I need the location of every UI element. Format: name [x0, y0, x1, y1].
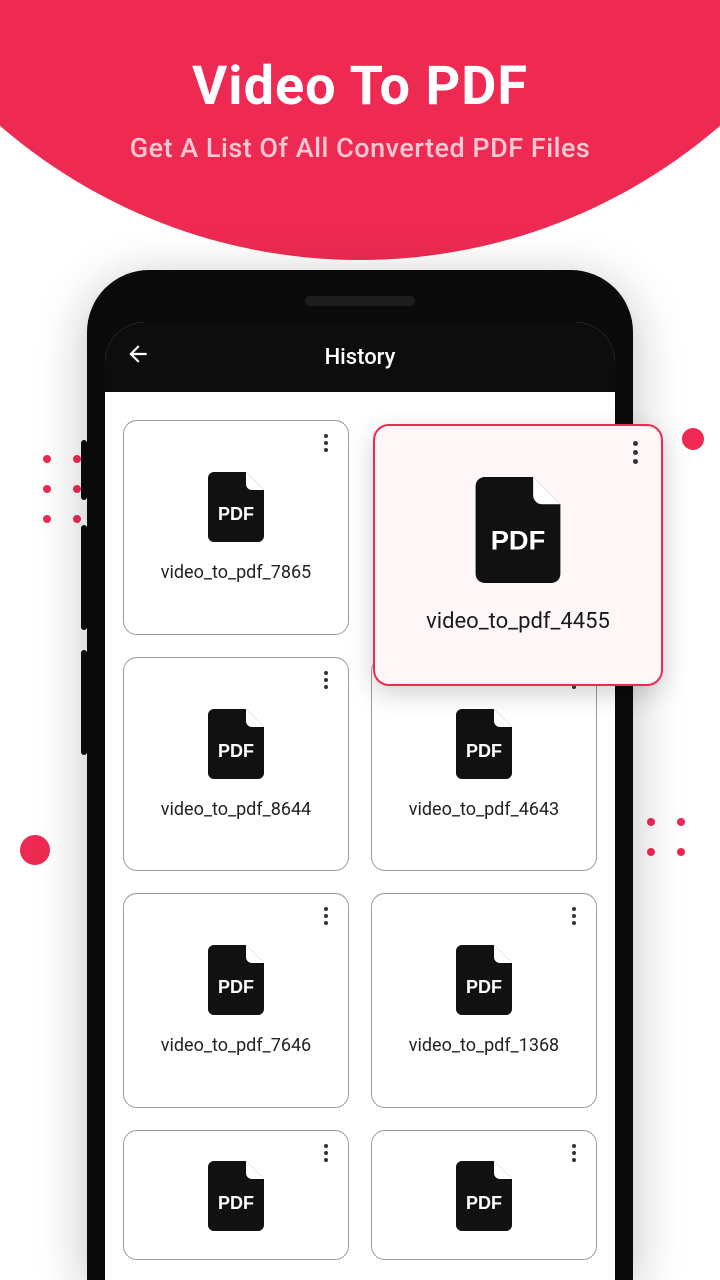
- pdf-file-icon: [456, 945, 512, 1015]
- card-menu-button[interactable]: [562, 904, 586, 928]
- file-name: video_to_pdf_1368: [409, 1035, 559, 1056]
- app-bar: History: [105, 322, 615, 392]
- file-name: video_to_pdf_4455: [426, 609, 610, 634]
- pdf-file-icon: [208, 1161, 264, 1231]
- card-menu-button[interactable]: [562, 1141, 586, 1165]
- pdf-card[interactable]: [371, 1130, 597, 1260]
- card-menu-button[interactable]: [314, 904, 338, 928]
- card-menu-button[interactable]: [314, 1141, 338, 1165]
- phone-frame: History video_to_pdf_7865: [87, 270, 633, 1280]
- file-name: video_to_pdf_4643: [409, 799, 559, 820]
- pdf-file-icon: [475, 477, 561, 583]
- pdf-card[interactable]: [123, 1130, 349, 1260]
- card-menu-button[interactable]: [314, 668, 338, 692]
- pdf-card[interactable]: video_to_pdf_8644: [123, 657, 349, 872]
- file-name: video_to_pdf_7646: [161, 1035, 311, 1056]
- pdf-card[interactable]: video_to_pdf_7865: [123, 420, 349, 635]
- pdf-file-icon: [456, 709, 512, 779]
- featured-pdf-card[interactable]: video_to_pdf_4455: [373, 424, 663, 686]
- phone-side-button: [81, 650, 87, 755]
- pdf-file-icon: [208, 472, 264, 542]
- pdf-card[interactable]: video_to_pdf_7646: [123, 893, 349, 1108]
- pdf-file-icon: [208, 945, 264, 1015]
- pdf-file-icon: [456, 1161, 512, 1231]
- file-name: video_to_pdf_7865: [161, 562, 311, 583]
- pdf-card[interactable]: video_to_pdf_1368: [371, 893, 597, 1108]
- phone-side-button: [81, 440, 87, 500]
- screen-title: History: [105, 345, 615, 370]
- file-name: video_to_pdf_8644: [161, 799, 311, 820]
- decor-dot-right: [682, 428, 704, 450]
- hero-title: Video To PDF: [0, 55, 720, 118]
- phone-speaker: [305, 296, 415, 306]
- hero-subtitle: Get A List Of All Converted PDF Files: [0, 132, 720, 164]
- pdf-file-icon: [208, 709, 264, 779]
- decor-dot-left: [20, 835, 50, 865]
- card-menu-button[interactable]: [623, 440, 647, 464]
- card-menu-button[interactable]: [314, 431, 338, 455]
- pdf-card[interactable]: video_to_pdf_4643: [371, 657, 597, 872]
- back-button[interactable]: [125, 341, 151, 374]
- phone-side-button: [81, 525, 87, 630]
